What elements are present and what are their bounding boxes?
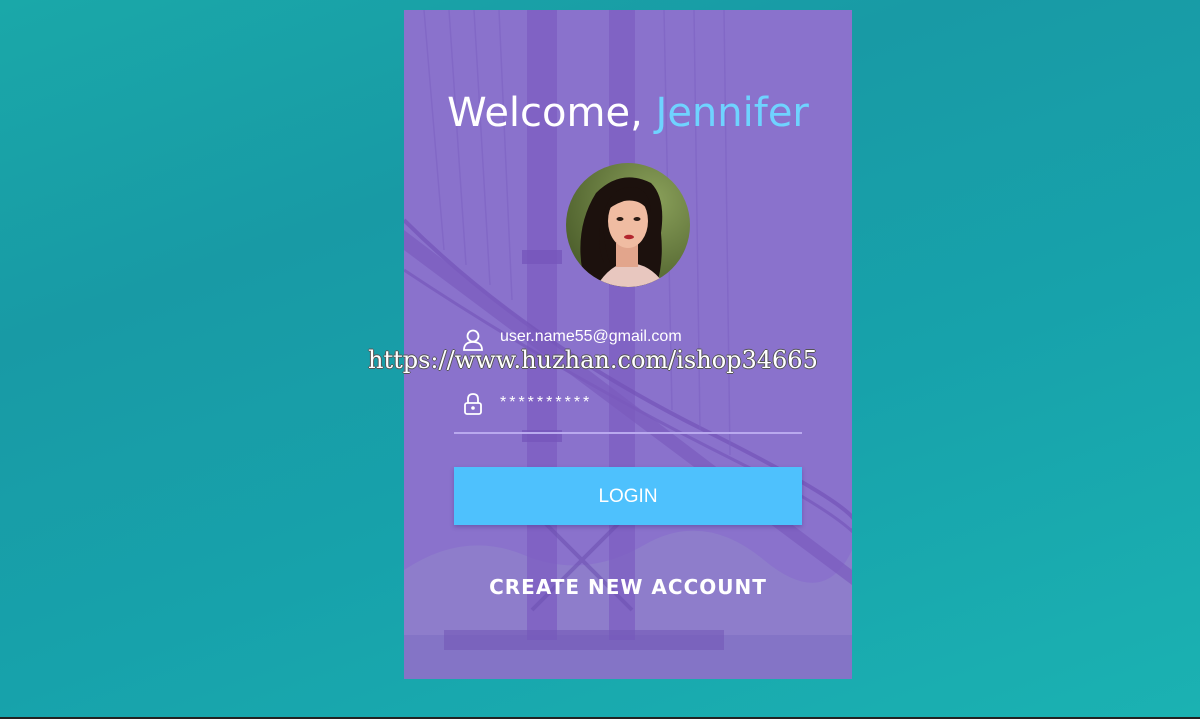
- login-button[interactable]: LOGIN: [454, 467, 802, 525]
- welcome-prefix: Welcome,: [447, 90, 643, 136]
- password-field[interactable]: **********: [454, 384, 802, 434]
- lock-icon: [462, 392, 484, 416]
- welcome-user-name: Jennifer: [655, 90, 809, 136]
- username-value: user.name55@gmail.com: [500, 328, 682, 345]
- create-account-link[interactable]: CREATE NEW ACCOUNT: [404, 575, 852, 599]
- avatar: [566, 163, 690, 287]
- welcome-heading: Welcome, Jennifer: [404, 90, 852, 136]
- login-card: Welcome, Jennifer user.name55@gmail.com …: [404, 10, 852, 679]
- avatar-photo: [566, 163, 690, 287]
- password-value: **********: [500, 394, 593, 411]
- watermark-text: https://www.huzhan.com/ishop34665: [368, 346, 818, 374]
